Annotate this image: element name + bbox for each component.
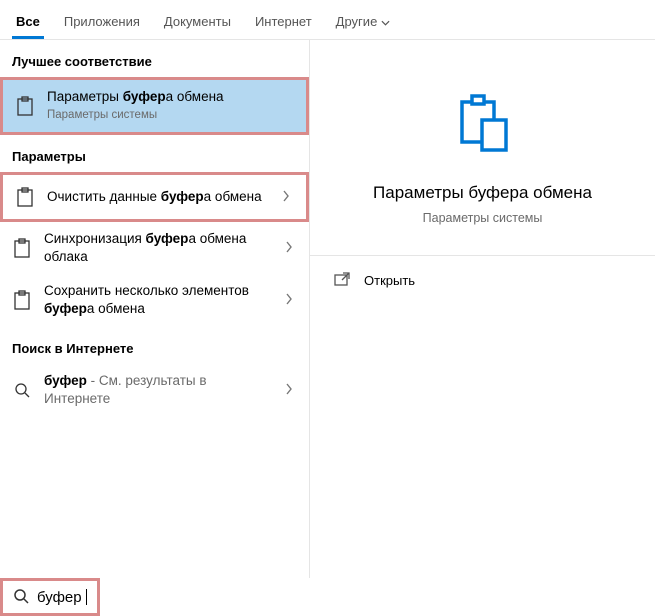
tab-apps[interactable]: Приложения: [60, 8, 144, 39]
tab-web[interactable]: Интернет: [251, 8, 316, 39]
section-best-match: Лучшее соответствие: [0, 40, 309, 77]
chevron-right-icon: [285, 240, 293, 256]
result-text: Синхронизация буфера обмена облака: [44, 230, 273, 266]
result-clear-clipboard[interactable]: Очистить данные буфера обмена: [0, 172, 309, 222]
detail-panel: Параметры буфера обмена Параметры систем…: [310, 40, 655, 578]
section-web-search: Поиск в Интернете: [0, 327, 309, 364]
result-text: буфер - См. результаты в Интернете: [44, 372, 273, 408]
detail-title: Параметры буфера обмена: [353, 183, 612, 203]
chevron-right-icon: [285, 292, 293, 308]
clipboard-icon: [12, 290, 32, 310]
clipboard-icon: [12, 238, 32, 258]
tab-documents[interactable]: Документы: [160, 8, 235, 39]
tab-all[interactable]: Все: [12, 8, 44, 39]
results-panel: Лучшее соответствие Параметры буфера обм…: [0, 40, 310, 578]
open-icon: [334, 272, 350, 289]
open-action[interactable]: Открыть: [310, 255, 655, 305]
chevron-right-icon: [285, 382, 293, 398]
clipboard-icon: [15, 96, 35, 116]
tab-more[interactable]: Другие: [332, 8, 395, 39]
search-icon: [13, 588, 29, 607]
detail-subtitle: Параметры системы: [423, 211, 543, 225]
open-label: Открыть: [364, 273, 415, 288]
result-text: Сохранить несколько элементов буфера обм…: [44, 282, 273, 318]
search-box[interactable]: буфер: [0, 578, 100, 616]
result-text: Параметры буфера обмена Параметры систем…: [47, 88, 294, 124]
result-sync-clipboard[interactable]: Синхронизация буфера обмена облака: [0, 222, 309, 274]
result-best-match[interactable]: Параметры буфера обмена Параметры систем…: [0, 77, 309, 135]
clipboard-large-icon: [448, 90, 518, 163]
result-web-search[interactable]: буфер - См. результаты в Интернете: [0, 364, 309, 416]
search-input[interactable]: буфер: [37, 589, 86, 606]
chevron-down-icon: [381, 14, 390, 29]
search-icon: [12, 382, 32, 398]
result-text: Очистить данные буфера обмена: [47, 188, 270, 206]
result-save-clipboard-items[interactable]: Сохранить несколько элементов буфера обм…: [0, 274, 309, 326]
clipboard-icon: [15, 187, 35, 207]
search-tabs: Все Приложения Документы Интернет Другие: [0, 0, 655, 40]
section-settings: Параметры: [0, 135, 309, 172]
text-cursor: [86, 589, 87, 605]
tab-more-label: Другие: [336, 14, 378, 29]
chevron-right-icon: [282, 189, 290, 205]
